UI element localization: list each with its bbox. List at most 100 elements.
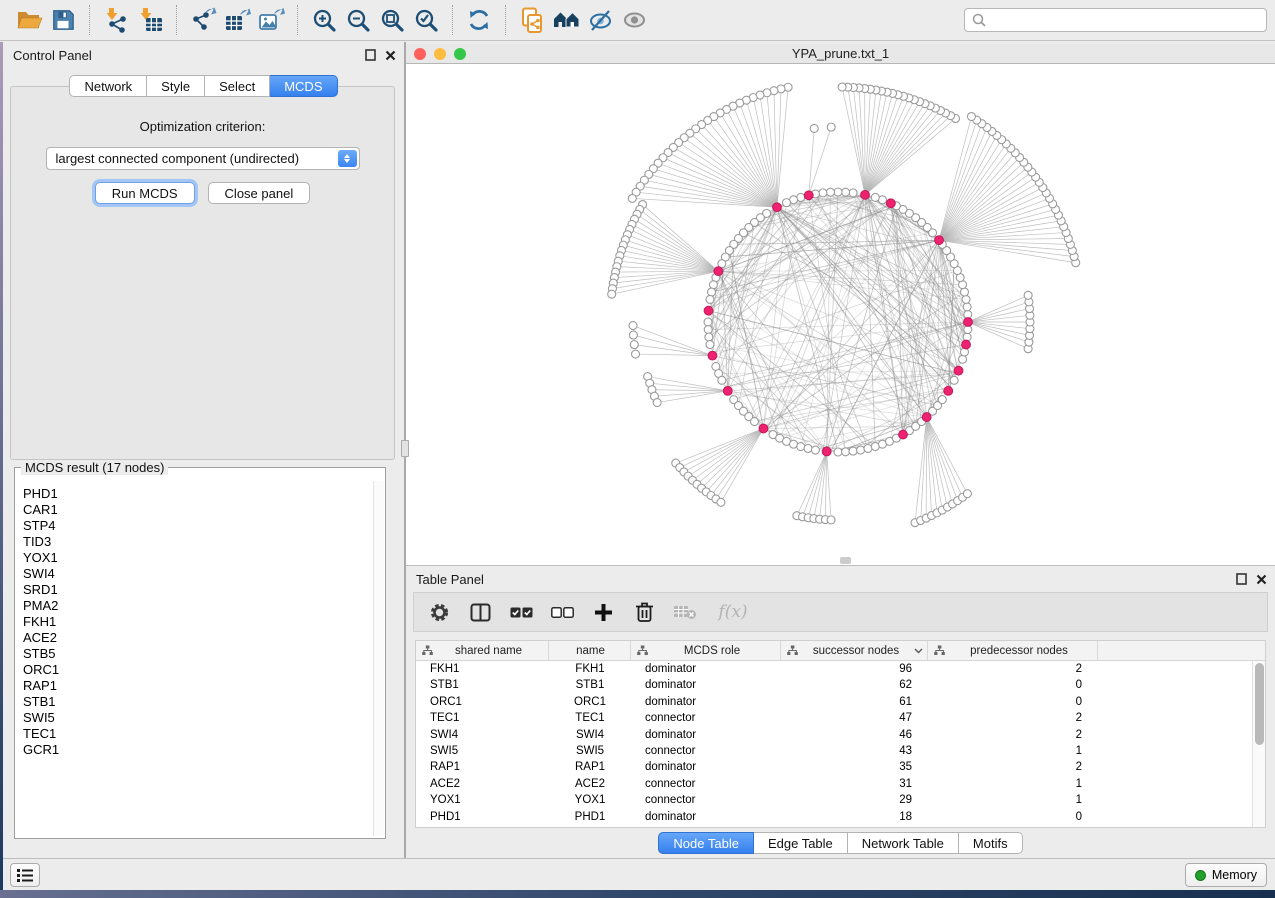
column-header-successor-nodes[interactable]: successor nodes bbox=[781, 641, 928, 660]
import-table-button[interactable] bbox=[133, 4, 167, 36]
network-hub-node[interactable] bbox=[899, 430, 908, 439]
table-cell[interactable]: FKH1 bbox=[416, 661, 549, 677]
network-hub-node[interactable] bbox=[922, 413, 931, 422]
network-hub-node[interactable] bbox=[964, 318, 973, 327]
table-row[interactable]: STB1STB1dominator620 bbox=[416, 677, 1265, 693]
table-cell[interactable]: dominator bbox=[631, 677, 781, 693]
network-hub-node[interactable] bbox=[714, 267, 723, 276]
zoom-in-button[interactable] bbox=[307, 4, 341, 36]
table-cell[interactable]: SWI5 bbox=[416, 743, 549, 759]
column-header-name[interactable]: name bbox=[549, 641, 631, 660]
mcds-result-item[interactable]: SWI5 bbox=[23, 710, 373, 726]
network-hub-node[interactable] bbox=[954, 366, 963, 375]
column-header-predecessor-nodes[interactable]: predecessor nodes bbox=[928, 641, 1098, 660]
network-hub-node[interactable] bbox=[804, 191, 813, 200]
network-hub-node[interactable] bbox=[886, 199, 895, 208]
table-cell[interactable]: STB1 bbox=[549, 677, 631, 693]
network-node[interactable] bbox=[962, 295, 970, 303]
network-node[interactable] bbox=[811, 446, 819, 454]
save-session-button[interactable] bbox=[46, 4, 80, 36]
add-column-button[interactable] bbox=[588, 597, 618, 627]
tab-network-table[interactable]: Network Table bbox=[848, 832, 959, 854]
window-close-button[interactable] bbox=[414, 48, 426, 60]
mcds-result-item[interactable]: STB5 bbox=[23, 646, 373, 662]
mcds-result-item[interactable]: PMA2 bbox=[23, 598, 373, 614]
show-columns-button[interactable] bbox=[465, 597, 495, 627]
window-minimize-button[interactable] bbox=[434, 48, 446, 60]
table-cell[interactable]: connector bbox=[631, 776, 781, 792]
table-settings-button[interactable] bbox=[424, 597, 454, 627]
table-cell[interactable]: 61 bbox=[781, 694, 928, 710]
network-node[interactable] bbox=[864, 444, 872, 452]
network-node[interactable] bbox=[708, 288, 716, 296]
tab-select[interactable]: Select bbox=[205, 75, 270, 97]
network-node[interactable] bbox=[842, 188, 850, 196]
zoom-out-button[interactable] bbox=[341, 4, 375, 36]
network-node[interactable] bbox=[827, 123, 835, 131]
network-node[interactable] bbox=[783, 199, 791, 207]
column-header-shared-name[interactable]: shared name bbox=[416, 641, 549, 660]
panel-divider-grip[interactable] bbox=[401, 440, 409, 457]
mcds-result-item[interactable]: TEC1 bbox=[23, 726, 373, 742]
network-node[interactable] bbox=[797, 443, 805, 451]
network-node[interactable] bbox=[750, 418, 758, 426]
table-cell[interactable]: SWI4 bbox=[549, 727, 631, 743]
optimization-criterion-dropdown[interactable]: largest connected component (undirected) bbox=[46, 147, 360, 170]
table-cell[interactable]: connector bbox=[631, 792, 781, 808]
network-canvas[interactable] bbox=[406, 64, 1275, 565]
close-panel-icon[interactable] bbox=[1256, 574, 1267, 585]
network-node[interactable] bbox=[709, 281, 717, 289]
network-node[interactable] bbox=[704, 318, 712, 326]
network-node[interactable] bbox=[963, 490, 971, 498]
search-input[interactable] bbox=[988, 10, 1266, 30]
memory-button[interactable]: Memory bbox=[1185, 863, 1267, 887]
new-network-from-selection-button[interactable] bbox=[515, 4, 549, 36]
table-cell[interactable]: 29 bbox=[781, 792, 928, 808]
table-cell[interactable]: ORC1 bbox=[416, 694, 549, 710]
table-row[interactable]: TEC1TEC1connector472 bbox=[416, 710, 1265, 726]
hide-selected-button[interactable] bbox=[583, 4, 617, 36]
run-mcds-button[interactable]: Run MCDS bbox=[95, 182, 195, 204]
network-node[interactable] bbox=[849, 189, 857, 197]
network-node[interactable] bbox=[960, 288, 968, 296]
table-cell[interactable]: dominator bbox=[631, 661, 781, 677]
open-session-button[interactable] bbox=[12, 4, 46, 36]
table-cell[interactable]: 1 bbox=[928, 743, 1098, 759]
delete-column-button[interactable] bbox=[629, 597, 659, 627]
table-cell[interactable]: 31 bbox=[781, 776, 928, 792]
network-node[interactable] bbox=[819, 189, 827, 197]
mcds-result-item[interactable]: ORC1 bbox=[23, 662, 373, 678]
table-cell[interactable]: dominator bbox=[631, 809, 781, 825]
table-row[interactable]: SWI4SWI4dominator462 bbox=[416, 727, 1265, 743]
table-cell[interactable]: 18 bbox=[781, 809, 928, 825]
table-cell[interactable]: 96 bbox=[781, 661, 928, 677]
export-image-button[interactable] bbox=[254, 4, 288, 36]
table-vscroll-thumb[interactable] bbox=[1255, 663, 1264, 745]
mcds-result-item[interactable]: GCR1 bbox=[23, 742, 373, 758]
table-cell[interactable]: dominator bbox=[631, 759, 781, 775]
network-node[interactable] bbox=[629, 331, 637, 339]
network-node[interactable] bbox=[834, 188, 842, 196]
table-cell[interactable]: YOX1 bbox=[416, 792, 549, 808]
network-node[interactable] bbox=[704, 326, 712, 334]
table-cell[interactable]: ACE2 bbox=[549, 776, 631, 792]
network-node[interactable] bbox=[857, 446, 865, 454]
network-node[interactable] bbox=[629, 322, 637, 330]
network-hscroll-thumb[interactable] bbox=[840, 557, 851, 564]
network-node[interactable] bbox=[632, 350, 640, 358]
tab-node-table[interactable]: Node Table bbox=[658, 832, 754, 854]
network-hub-node[interactable] bbox=[935, 236, 944, 245]
table-cell[interactable]: 1 bbox=[928, 792, 1098, 808]
apply-layout-button[interactable] bbox=[462, 4, 496, 36]
table-cell[interactable]: 1 bbox=[928, 776, 1098, 792]
network-node[interactable] bbox=[706, 295, 714, 303]
table-cell[interactable]: YOX1 bbox=[549, 792, 631, 808]
unselect-all-columns-button[interactable] bbox=[547, 597, 577, 627]
table-cell[interactable]: 0 bbox=[928, 694, 1098, 710]
search-field[interactable] bbox=[964, 8, 1267, 32]
close-panel-button[interactable]: Close panel bbox=[208, 182, 311, 204]
float-panel-icon[interactable] bbox=[1236, 573, 1247, 585]
tab-style[interactable]: Style bbox=[147, 75, 205, 97]
mcds-result-item[interactable]: SWI4 bbox=[23, 566, 373, 582]
table-cell[interactable]: STB1 bbox=[416, 677, 549, 693]
